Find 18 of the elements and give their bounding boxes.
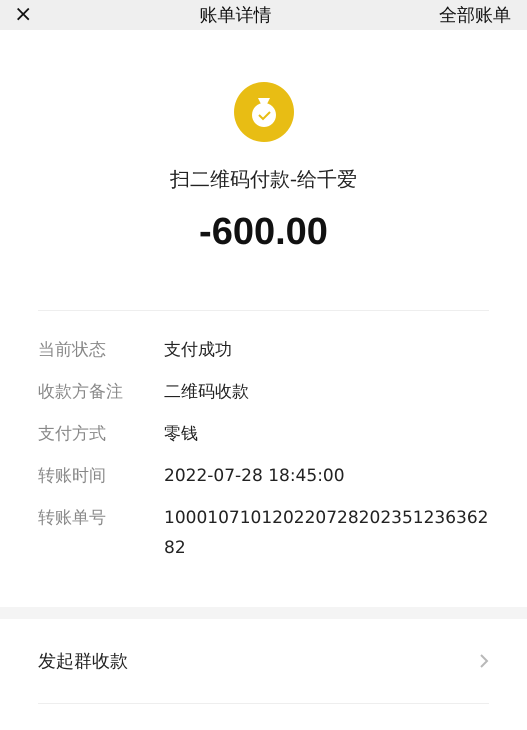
detail-label: 收款方备注 xyxy=(38,381,124,404)
detail-label: 支付方式 xyxy=(38,423,107,446)
detail-label: 转账时间 xyxy=(38,465,107,488)
money-bag-icon xyxy=(234,82,294,142)
chevron-icon xyxy=(479,653,489,669)
page-title: 账单详情 xyxy=(200,4,272,27)
action-item[interactable]: 发起群收款 xyxy=(38,619,489,704)
amount: -600.00 xyxy=(199,211,328,254)
detail-label: 转账单号 xyxy=(38,507,107,530)
detail-label: 当前状态 xyxy=(38,339,107,362)
close-button[interactable]: × xyxy=(14,4,32,26)
all-bills-link[interactable]: 全部账单 xyxy=(439,3,511,27)
detail-value: 支付成功 xyxy=(164,339,233,362)
detail-value: 100010710120220728202351236362 82 xyxy=(164,507,489,560)
payment-title: 扫二维码付款-给千爱 xyxy=(170,166,358,193)
detail-value: 二维码收款 xyxy=(164,381,250,404)
detail-value: 2022-07-28 18:45:00 xyxy=(164,465,346,488)
detail-value: 零钱 xyxy=(164,423,199,446)
